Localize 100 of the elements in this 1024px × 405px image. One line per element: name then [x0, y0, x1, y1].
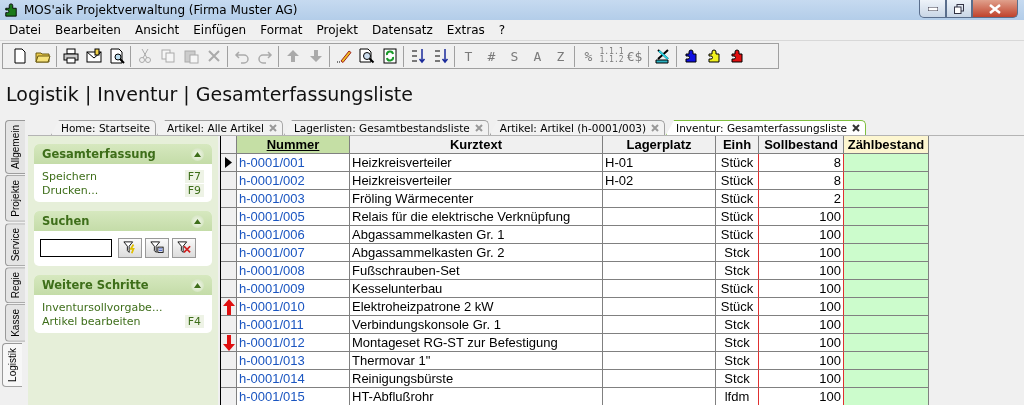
table-cell: Heizkreisverteiler	[350, 154, 603, 172]
table-cell[interactable]: h-0001/013	[237, 352, 350, 370]
table-cell: Stück	[716, 190, 759, 208]
table-cell[interactable]: h-0001/002	[237, 172, 350, 190]
table-cell[interactable]	[844, 226, 929, 244]
document-tab[interactable]: Artikel: Alle Artikel	[156, 120, 283, 135]
column-header[interactable]: Nummer	[237, 136, 350, 154]
restore-icon	[954, 3, 964, 14]
table-cell[interactable]	[844, 352, 929, 370]
close-button[interactable]	[972, 0, 1018, 18]
column-header[interactable]: Einh	[716, 136, 759, 154]
table-cell[interactable]: h-0001/009	[237, 280, 350, 298]
table-cell[interactable]: h-0001/012	[237, 334, 350, 352]
filter-remove-icon	[176, 241, 192, 255]
document-tab[interactable]: Home: Startseite	[51, 120, 156, 135]
side-tab[interactable]: Logistik	[2, 342, 22, 387]
printer-icon[interactable]	[60, 45, 81, 67]
menu-item[interactable]: Format	[253, 23, 310, 37]
table-cell[interactable]	[844, 370, 929, 388]
table-cell[interactable]	[844, 172, 929, 190]
table-cell: Fröling Wärmecenter	[350, 190, 603, 208]
minimize-icon	[927, 6, 938, 11]
table-cell[interactable]	[844, 154, 929, 172]
document-tab[interactable]: Artikel: Artikel (h-0001/003)	[489, 120, 666, 135]
table-cell: Abgassammelkasten Gr. 2	[350, 244, 603, 262]
table-cell[interactable]: h-0001/010	[237, 298, 350, 316]
table-cell: 100	[758, 298, 844, 316]
menu-item[interactable]: Bearbeiten	[48, 23, 128, 37]
document-tab[interactable]: Inventur: Gesamterfassungsliste	[666, 120, 866, 135]
clear-filter-button[interactable]	[172, 238, 196, 258]
shortcut-key: F4	[184, 315, 204, 328]
menu-item[interactable]: Datensatz	[364, 23, 440, 37]
shortcut-key: F7	[184, 170, 204, 183]
search-field[interactable]	[40, 239, 112, 257]
close-icon[interactable]	[852, 124, 860, 132]
action-link[interactable]: Drucken...	[42, 184, 99, 197]
filter-list-button[interactable]	[145, 238, 169, 258]
table-cell[interactable]: h-0001/007	[237, 244, 350, 262]
table-cell: H-01	[603, 154, 716, 172]
table-cell: Abgassammelkasten Gr. 1	[350, 226, 603, 244]
current-row-icon	[225, 157, 232, 168]
table-cell[interactable]: h-0001/015	[237, 388, 350, 405]
column-header[interactable]: Zählbestand	[844, 136, 929, 154]
filter-lightning-icon	[122, 241, 138, 255]
table-cell[interactable]	[844, 262, 929, 280]
row-header[interactable]	[221, 154, 237, 172]
table-cell[interactable]: h-0001/011	[237, 316, 350, 334]
menu-item[interactable]: Extras	[439, 23, 492, 37]
table-cell[interactable]	[844, 244, 929, 262]
action-link[interactable]: Speichern	[42, 170, 97, 183]
table-cell: 8	[758, 154, 844, 172]
table-cell[interactable]	[844, 190, 929, 208]
side-tab[interactable]: Service	[5, 222, 25, 266]
menu-item[interactable]: Projekt	[309, 23, 365, 37]
table-cell: Stück	[716, 154, 759, 172]
side-tab[interactable]: Allgemein	[5, 120, 25, 174]
table-cell[interactable]: h-0001/005	[237, 208, 350, 226]
table-cell[interactable]: h-0001/008	[237, 262, 350, 280]
table-cell: Elektroheizpatrone 2 kW	[350, 298, 603, 316]
column-header[interactable]: Sollbestand	[759, 136, 844, 154]
filter-list-icon	[149, 241, 165, 255]
collapse-icon[interactable]	[191, 278, 204, 292]
shortcut-key: F9	[184, 184, 204, 197]
menu-item[interactable]: Datei	[2, 23, 48, 37]
table-cell: 100	[758, 352, 844, 370]
table-cell[interactable]: h-0001/014	[237, 370, 350, 388]
table-cell: Stück	[716, 226, 759, 244]
table-cell: 100	[758, 280, 844, 298]
table-cell: 100	[758, 208, 844, 226]
table-cell[interactable]	[844, 208, 929, 226]
action-link[interactable]: Inventursollvorgabe...	[42, 301, 163, 314]
table-cell[interactable]	[844, 334, 929, 352]
window-title: MOS'aik Projektverwaltung (Firma Muster AG)	[24, 3, 299, 17]
collapse-icon[interactable]	[191, 214, 204, 228]
table-cell[interactable]: h-0001/003	[237, 190, 350, 208]
document-tab[interactable]: Lagerlisten: Gesamtbestandsliste	[283, 120, 489, 135]
side-tab[interactable]: Regie	[5, 266, 25, 304]
restore-button[interactable]	[946, 0, 972, 18]
table-cell: Verbindungskonsole Gr. 1	[350, 316, 603, 334]
table-cell[interactable]	[844, 280, 929, 298]
table-cell[interactable]	[844, 316, 929, 334]
menu-item[interactable]: Einfügen	[186, 23, 254, 37]
table-cell: HT-Abflußrohr	[350, 388, 603, 405]
minimize-button[interactable]	[919, 0, 946, 18]
table-cell[interactable]: h-0001/001	[237, 154, 350, 172]
table-cell[interactable]	[844, 388, 929, 405]
column-header[interactable]: Lagerplatz	[603, 136, 716, 154]
side-tab[interactable]: Kasse	[5, 304, 25, 342]
collapse-icon[interactable]	[191, 147, 204, 161]
filter-button[interactable]	[118, 238, 142, 258]
table-cell[interactable]: h-0001/006	[237, 226, 350, 244]
table-cell: 2	[758, 190, 844, 208]
table-cell: 100	[758, 262, 844, 280]
panel-title: Weitere Schritte	[42, 278, 149, 292]
menu-item[interactable]: ?	[491, 23, 513, 37]
column-header[interactable]: Kurztext	[350, 136, 603, 154]
table-cell[interactable]	[844, 298, 929, 316]
side-tab[interactable]: Projekte	[5, 174, 25, 222]
action-link[interactable]: Artikel bearbeiten	[42, 315, 141, 328]
menu-item[interactable]: Ansicht	[127, 23, 187, 37]
